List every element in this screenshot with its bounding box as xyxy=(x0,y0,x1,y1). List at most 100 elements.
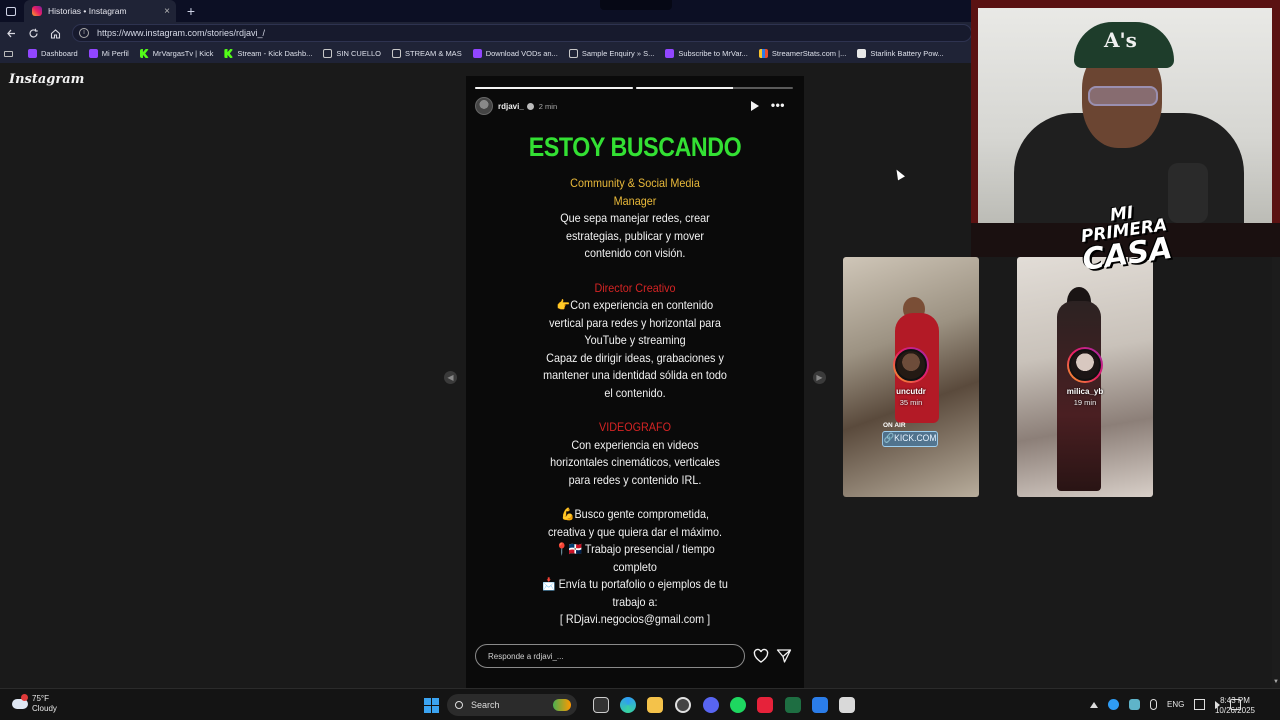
bookmark-label: Mi Perfil xyxy=(101,49,129,58)
back-button[interactable] xyxy=(0,22,22,44)
tab-instagram[interactable]: Historias • Instagram × xyxy=(24,0,176,22)
spotify-icon[interactable] xyxy=(730,697,746,713)
story-text-line: horizontales cinemáticos, verticales xyxy=(550,455,720,469)
reload-button[interactable] xyxy=(22,22,44,44)
bookmark-streamerstats[interactable]: StreamerStats.com |... xyxy=(758,49,846,58)
instagram-favicon-icon xyxy=(32,6,42,16)
story-text-line: Que sepa manejar redes, crear xyxy=(560,211,710,225)
play-icon[interactable] xyxy=(751,101,759,111)
story-username[interactable]: rdjavi_ xyxy=(498,102,524,111)
story-text-line: mantener una identidad sólida en todo xyxy=(543,368,727,382)
story-preview-milica[interactable]: milica_yb 19 min xyxy=(1017,257,1153,497)
next-story-button[interactable]: ▶ xyxy=(813,371,826,384)
story-text-line: Capaz de dirigir ideas, grabaciones y xyxy=(546,350,724,365)
remote-app-icon[interactable] xyxy=(812,697,828,713)
mouse-cursor-icon xyxy=(893,167,905,181)
story-preview-uncutdr[interactable]: uncutdr 35 min ON AIR 🔗KICK.COM xyxy=(843,257,979,497)
taskbar-clock[interactable]: 8:43 PM 10/26/2025 xyxy=(1210,696,1260,716)
progress-segment xyxy=(635,87,793,89)
bookmark-label: Sample Enquiry » S... xyxy=(581,49,655,58)
bookmarks-bar: Dashboard Mi Perfil MrVargasTv | Kick St… xyxy=(0,44,975,63)
apps-button[interactable] xyxy=(4,50,18,57)
reload-icon xyxy=(28,28,38,37)
bookmark-subscribe[interactable]: Subscribe to MrVar... xyxy=(665,49,748,58)
file-explorer-icon[interactable] xyxy=(647,697,663,713)
more-options-icon[interactable]: ••• xyxy=(771,98,785,112)
excel-icon[interactable] xyxy=(785,697,801,713)
language-indicator[interactable]: ENG xyxy=(1167,700,1184,709)
preview-avatar-ring xyxy=(893,347,929,383)
bookmark-folder-sin-cuello[interactable]: SIN CUELLO xyxy=(323,49,381,58)
bookmark-label: Starlink Battery Pow... xyxy=(870,49,944,58)
story-text-line: YouTube y streaming xyxy=(584,333,686,347)
tray-app-icon[interactable] xyxy=(1108,699,1119,710)
bookmark-dashboard[interactable]: Dashboard xyxy=(28,49,78,58)
search-icon xyxy=(455,701,463,709)
previous-story-button[interactable]: ◀ xyxy=(444,371,457,384)
story-header: rdjavi_ 2 min ••• xyxy=(475,96,795,116)
preview-username: uncutdr xyxy=(896,387,926,396)
story-text-line: creativa y que quiera dar el máximo. xyxy=(547,524,723,539)
bookmark-download-vods[interactable]: Download VODs an... xyxy=(472,49,558,58)
folder-icon xyxy=(323,49,333,58)
alert-badge xyxy=(21,694,28,701)
scroll-down-icon[interactable]: ▼ xyxy=(1272,678,1280,686)
media-app-icon[interactable] xyxy=(839,697,855,713)
twitch-icon xyxy=(472,49,482,58)
record-app-icon[interactable] xyxy=(757,697,773,713)
preview-timestamp: 19 min xyxy=(1073,398,1097,407)
bookmark-mi-perfil[interactable]: Mi Perfil xyxy=(88,49,129,58)
taskbar-search[interactable]: Search xyxy=(447,694,577,716)
story-avatar[interactable] xyxy=(475,97,493,115)
bookmark-label: SIN CUELLO xyxy=(336,49,382,58)
instagram-logo[interactable]: Instagram xyxy=(9,72,84,87)
send-icon[interactable] xyxy=(776,648,792,664)
story-text-line: contenido con visión. xyxy=(584,246,686,260)
bookmark-kick-profile[interactable]: MrVargasTv | Kick xyxy=(139,49,213,58)
preview-avatar xyxy=(1069,349,1101,381)
task-view-icon[interactable] xyxy=(593,697,609,713)
kick-icon xyxy=(139,49,149,58)
address-bar[interactable]: i https://www.instagram.com/stories/rdja… xyxy=(72,24,972,42)
bookmark-kick-dashboard[interactable]: Stream - Kick Dashb... xyxy=(224,49,312,58)
tab-strip-divider xyxy=(600,0,672,10)
discord-icon[interactable] xyxy=(703,697,719,713)
stream-brand-logo: MI PRIMERA CASA xyxy=(1066,199,1184,278)
bookmark-starlink[interactable]: Starlink Battery Pow... xyxy=(857,49,944,58)
tray-overflow-icon[interactable] xyxy=(1090,701,1098,708)
bookmark-label: Subscribe to MrVar... xyxy=(678,49,748,58)
tray-app-icon[interactable] xyxy=(1129,699,1140,710)
windows-taskbar: 75°F Cloudy Search ENG 8:43 PM 10/26/202… xyxy=(0,688,1280,720)
progress-segment xyxy=(475,87,633,89)
tab-actions-button[interactable] xyxy=(0,0,22,22)
apps-icon xyxy=(4,50,13,57)
microphone-tray-icon[interactable] xyxy=(1150,699,1157,710)
verified-badge-icon xyxy=(526,102,534,110)
obs-icon[interactable] xyxy=(675,697,691,713)
home-button[interactable] xyxy=(44,22,66,44)
start-button[interactable] xyxy=(424,698,439,713)
story-text-line: el contenido. xyxy=(604,385,666,400)
bookmark-sample-enquiry[interactable]: Sample Enquiry » S... xyxy=(568,49,655,58)
site-info-icon[interactable]: i xyxy=(79,28,89,38)
folder-icon xyxy=(392,49,402,58)
edge-browser-icon[interactable] xyxy=(620,697,636,713)
bookmark-folder-stream[interactable]: STREAM & MAS xyxy=(392,49,462,58)
story-viewer[interactable]: rdjavi_ 2 min ••• ESTOY BUSCANDO Communi… xyxy=(466,76,804,696)
new-tab-button[interactable]: + xyxy=(180,3,202,19)
network-icon[interactable] xyxy=(1194,699,1206,710)
story-section-heading: Manager xyxy=(613,193,657,208)
reply-row xyxy=(475,644,795,668)
cloud-icon xyxy=(12,694,28,709)
bookmark-label: Download VODs an... xyxy=(485,49,558,58)
back-arrow-icon xyxy=(6,29,15,37)
tab-close-button[interactable]: × xyxy=(164,6,170,17)
reply-input[interactable] xyxy=(475,644,745,668)
like-heart-icon[interactable] xyxy=(753,648,769,664)
kick-link-sticker: 🔗KICK.COM xyxy=(882,431,938,447)
story-text-line: Con experiencia en videos xyxy=(571,437,699,452)
preview-avatar-ring xyxy=(1067,347,1103,383)
on-air-label: ON AIR xyxy=(883,422,906,429)
weather-widget[interactable]: 75°F Cloudy xyxy=(12,694,57,714)
story-headline: ESTOY BUSCANDO xyxy=(528,132,742,162)
